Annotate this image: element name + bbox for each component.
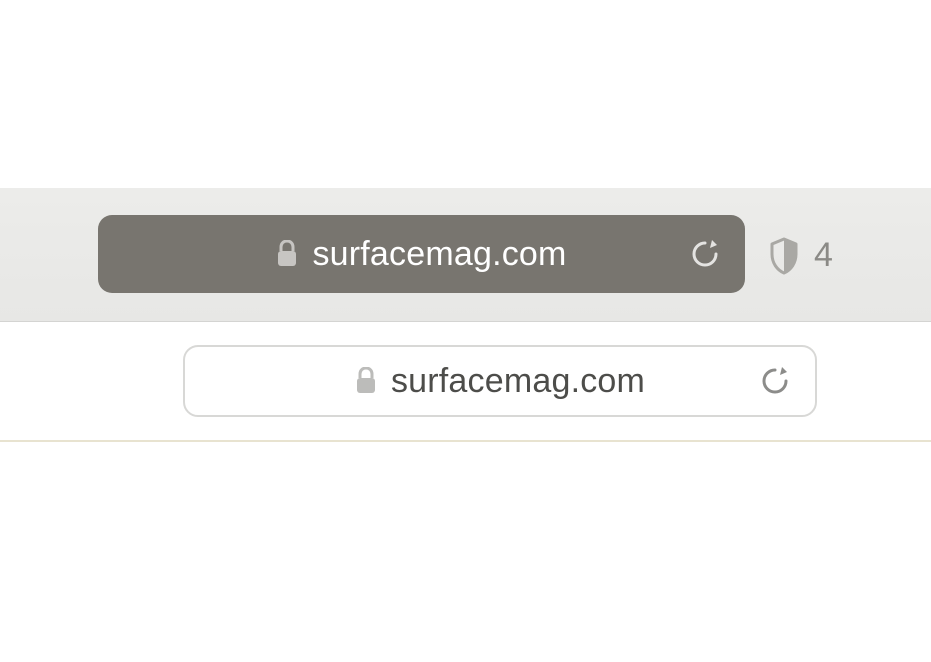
address-bar-active[interactable]: surfacemag.com — [98, 215, 745, 293]
lock-icon — [355, 367, 377, 395]
browser-toolbar: surfacemag.com 4 — [0, 188, 931, 322]
lock-icon — [276, 240, 298, 268]
url-text: surfacemag.com — [391, 362, 645, 401]
page-content-toolbar: surfacemag.com — [0, 322, 931, 442]
address-bar-center: surfacemag.com — [276, 235, 566, 274]
url-text: surfacemag.com — [312, 235, 566, 274]
refresh-button[interactable] — [687, 236, 723, 272]
address-bar-center: surfacemag.com — [355, 362, 645, 401]
privacy-report-area: 4 — [768, 236, 833, 275]
address-bar-inactive[interactable]: surfacemag.com — [183, 345, 817, 417]
tracker-count: 4 — [814, 236, 833, 275]
privacy-shield-icon[interactable] — [768, 237, 800, 275]
refresh-button[interactable] — [757, 363, 793, 399]
